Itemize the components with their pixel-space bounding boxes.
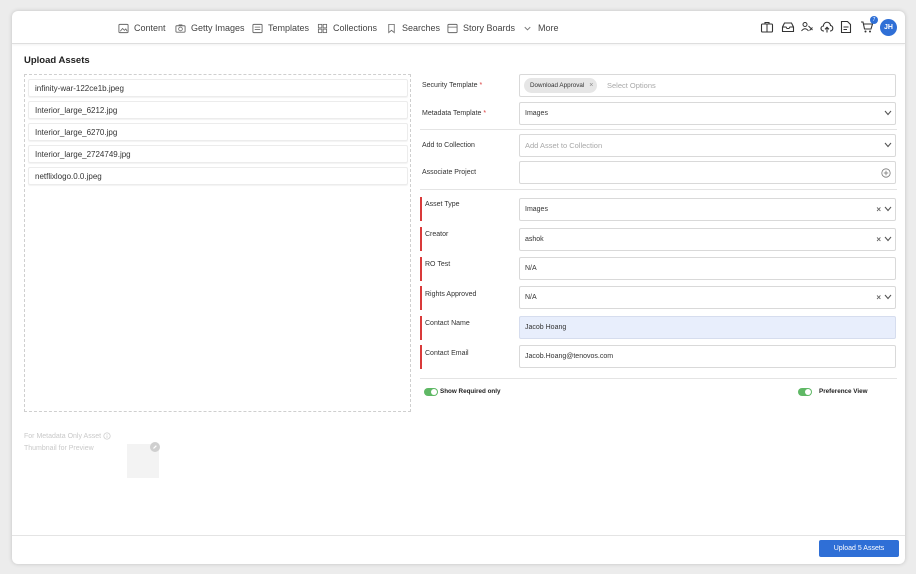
show-required-toggle[interactable]	[424, 388, 438, 396]
security-template-select[interactable]: Download Approval × Select Options	[519, 74, 896, 97]
board-icon	[447, 23, 458, 33]
report-icon[interactable]	[839, 20, 853, 34]
required-marker	[420, 257, 422, 281]
preference-view-label: Preference View	[819, 388, 868, 395]
list-item[interactable]: netflixlogo.0.0.jpeg	[28, 167, 408, 185]
metadata-template-label: Metadata Template *	[422, 110, 487, 117]
contact-email-input[interactable]: Jacob.Hoang@tenovos.com	[519, 345, 896, 368]
creator-select[interactable]: ashok ×	[519, 228, 896, 251]
chevron-down-icon	[524, 26, 531, 31]
pencil-icon[interactable]	[150, 442, 160, 452]
page-title: Upload Assets	[24, 55, 90, 66]
required-marker	[420, 316, 422, 340]
nav-label: Story Boards	[463, 23, 516, 33]
nav-label: More	[538, 23, 559, 33]
chevron-down-icon	[884, 206, 892, 212]
nav-label: Searches	[402, 23, 441, 33]
clear-icon[interactable]: ×	[876, 229, 881, 250]
chevron-down-icon	[884, 294, 892, 300]
list-item[interactable]: infinity-war-122ce1b.jpeg	[28, 79, 408, 97]
metadata-only-label: For Metadata Only Asset	[24, 432, 111, 440]
nav-collections[interactable]: Collections	[317, 20, 377, 36]
security-placeholder: Select Options	[607, 81, 656, 90]
required-marker	[420, 345, 422, 369]
metadata-template-select[interactable]: Images	[519, 102, 896, 125]
template-icon	[252, 23, 263, 33]
info-icon[interactable]	[103, 432, 111, 440]
contact-email-label: Contact Email	[425, 350, 469, 357]
nav-label: Content	[134, 23, 166, 33]
chevron-down-icon	[884, 110, 892, 116]
top-nav: Content Getty Images Templates Collectio…	[12, 11, 905, 44]
divider	[420, 129, 897, 130]
file-list: infinity-war-122ce1b.jpeg Interior_large…	[24, 74, 411, 412]
clear-icon[interactable]: ×	[876, 287, 881, 308]
nav-label: Getty Images	[191, 23, 245, 33]
list-item[interactable]: Interior_large_6270.jpg	[28, 123, 408, 141]
nav-content[interactable]: Content	[118, 20, 166, 36]
chevron-down-icon	[884, 142, 892, 148]
show-required-label: Show Required only	[440, 388, 501, 395]
required-marker	[420, 227, 422, 251]
asset-type-select[interactable]: Images ×	[519, 198, 896, 221]
metadata-only-text: For Metadata Only Asset	[24, 432, 102, 440]
clear-icon[interactable]: ×	[876, 199, 881, 220]
nav-more[interactable]: More	[522, 20, 559, 36]
upload-assets-button[interactable]: Upload 5 Assets	[819, 540, 899, 557]
briefcase-icon[interactable]	[760, 20, 774, 34]
security-chip: Download Approval ×	[524, 78, 598, 93]
cart-count-badge: 7	[870, 16, 878, 24]
rights-approved-label: Rights Approved	[425, 291, 477, 298]
nav-story-boards[interactable]: Story Boards	[447, 20, 515, 36]
rights-approved-select[interactable]: N/A ×	[519, 286, 896, 309]
nav-label: Templates	[268, 23, 310, 33]
bookmark-icon	[388, 23, 395, 34]
associate-project-label: Associate Project	[422, 169, 477, 176]
required-marker	[420, 286, 422, 310]
avatar[interactable]: JH	[880, 19, 897, 36]
contact-name-label: Contact Name	[425, 320, 470, 327]
associate-project-input[interactable]	[519, 161, 896, 184]
add-to-collection-select[interactable]: Add Asset to Collection	[519, 134, 896, 157]
thumbnail-label: Thumbnail for Preview	[24, 445, 94, 452]
footer-divider	[12, 535, 905, 536]
upload-window: Content Getty Images Templates Collectio…	[12, 11, 905, 564]
nav-searches[interactable]: Searches	[386, 20, 440, 36]
camera-icon	[175, 23, 186, 33]
nav-templates[interactable]: Templates	[252, 20, 309, 36]
asset-type-label: Asset Type	[425, 201, 460, 208]
contact-name-input[interactable]: Jacob Hoang	[519, 316, 896, 339]
divider	[420, 378, 897, 379]
chip-remove-icon[interactable]: ×	[589, 78, 593, 93]
divider	[420, 189, 897, 190]
creator-label: Creator	[425, 231, 449, 238]
chevron-down-icon	[884, 236, 892, 242]
grid-icon	[317, 23, 328, 33]
nav-getty-images[interactable]: Getty Images	[175, 20, 245, 36]
security-template-label: Security Template *	[422, 82, 483, 89]
image-icon	[118, 23, 129, 33]
inbox-icon[interactable]	[781, 20, 795, 34]
ro-test-label: RO Test	[425, 261, 451, 268]
add-circle-icon[interactable]	[881, 168, 891, 178]
add-to-collection-label: Add to Collection	[422, 142, 475, 149]
nav-label: Collections	[333, 23, 378, 33]
required-marker	[420, 197, 422, 221]
users-icon[interactable]	[800, 20, 814, 34]
ro-test-input[interactable]: N/A	[519, 257, 896, 280]
preference-view-toggle[interactable]	[798, 388, 812, 396]
list-item[interactable]: Interior_large_2724749.jpg	[28, 145, 408, 163]
list-item[interactable]: Interior_large_6212.jpg	[28, 101, 408, 119]
cloud-upload-icon[interactable]	[820, 20, 834, 34]
